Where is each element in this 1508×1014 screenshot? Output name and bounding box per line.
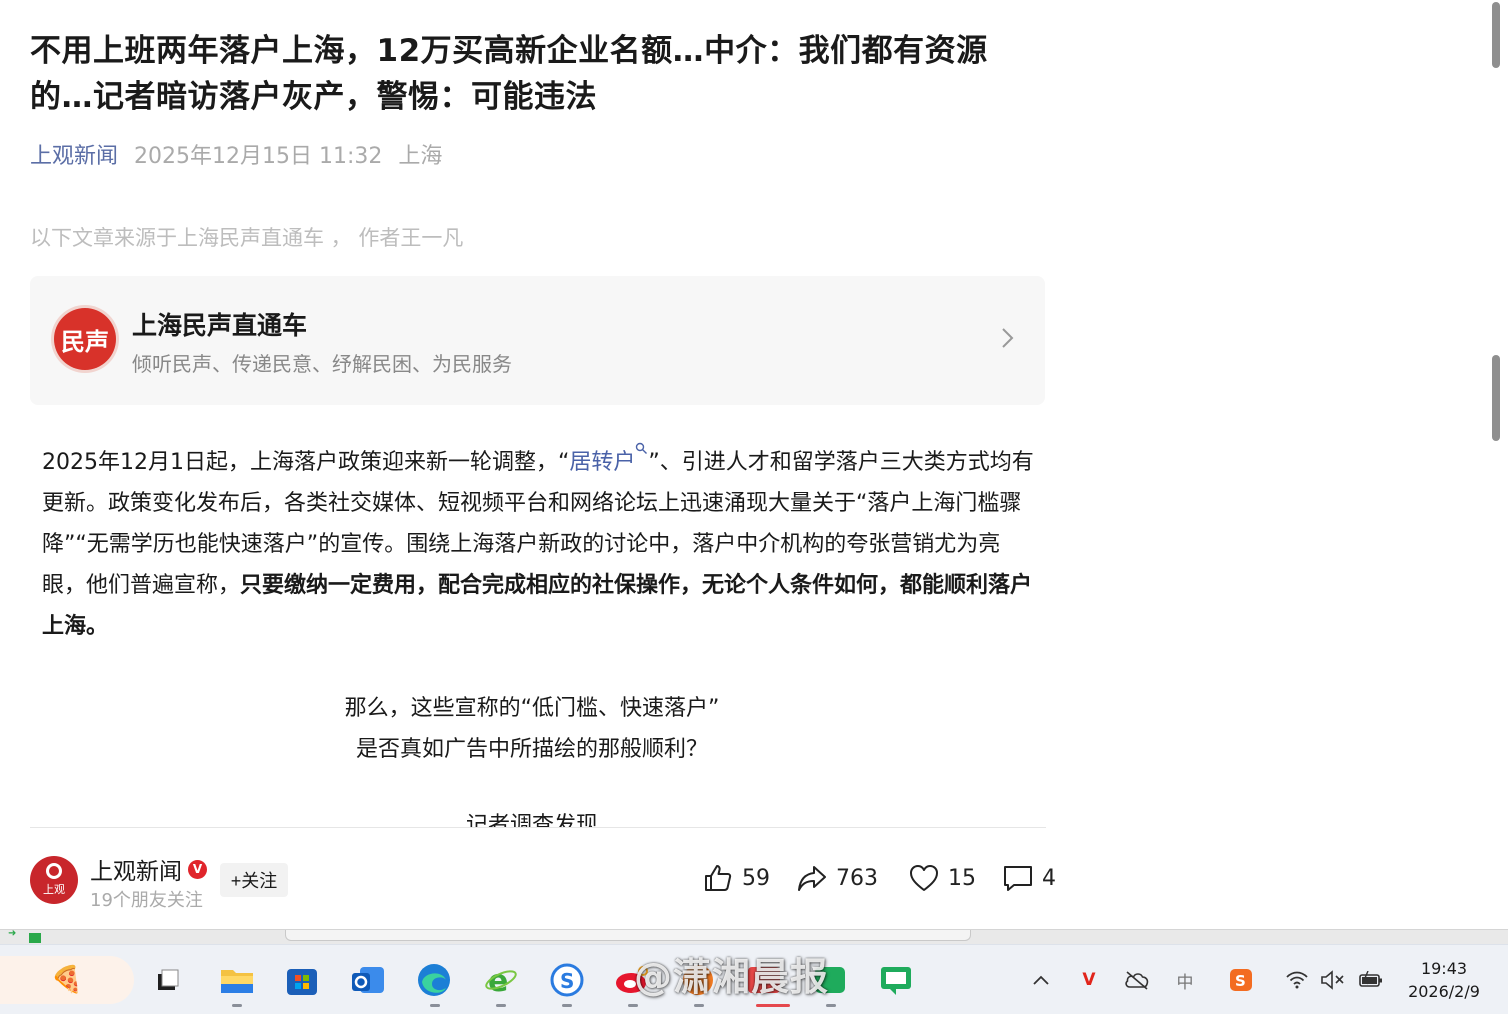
search-icon[interactable] [635, 442, 648, 455]
chat-message-icon[interactable] [876, 960, 916, 1000]
like-button[interactable]: 59 [702, 862, 770, 894]
wifi-icon[interactable] [1284, 967, 1310, 993]
svg-text:S: S [560, 969, 574, 993]
running-indicator [628, 1004, 638, 1007]
taskview-icon[interactable] [148, 960, 188, 1000]
chevron-right-icon [1002, 328, 1014, 348]
widgets-button[interactable]: 🍕 [0, 956, 134, 1004]
tray-v-app-icon[interactable]: V [1076, 967, 1102, 993]
battery-charging-icon[interactable] [1358, 967, 1384, 993]
watermark-text: @潇湘晨报 [634, 955, 830, 999]
partially-visible-line: 记者调查发现 [465, 813, 598, 827]
verified-badge-icon: V [188, 859, 207, 879]
source-note: 以下文章来源于上海民声直通车 ， 作者王一凡 [30, 226, 464, 250]
keyword-link-jzh[interactable]: 居转户 [569, 450, 635, 475]
thumbs-up-icon [705, 865, 732, 891]
ime-chinese-icon[interactable]: 中 [1172, 967, 1198, 993]
avatar[interactable]: 上观 [30, 856, 78, 904]
article-meta: 上观新闻 2025年12月15日 11:32 上海 [30, 138, 1046, 170]
account-name: 上海民声直通车 [132, 311, 308, 340]
paragraph-text-1: 2025年12月1日起，上海落户政策迎来新一轮调整，“ [42, 450, 570, 475]
centered-quote: 那么，这些宣称的“低门槛、快速落户” 是否真如广告中所描绘的那般顺利？ [30, 688, 1034, 770]
comment-count: 4 [1042, 865, 1056, 891]
favorite-button[interactable]: 15 [908, 862, 976, 894]
friends-following-note: 19个朋友关注 [90, 890, 203, 911]
running-indicator [430, 1004, 440, 1007]
favorite-count: 15 [948, 865, 976, 891]
arrow-right-icon: ➜ [8, 928, 17, 939]
share-arrow-icon [798, 866, 826, 891]
outlook-icon[interactable] [348, 960, 388, 1000]
article-footer-bar: 上观 上观新闻 V 19个朋友关注 +关注 59 763 15 4 [0, 828, 1060, 928]
article-paragraph: 2025年12月1日起，上海落户政策迎来新一轮调整，“居转户 ”、引进人才和留学落… [42, 442, 1038, 647]
scrollbar-thumb-top[interactable] [1492, 2, 1500, 68]
horizontal-scroll-thumb[interactable] [285, 930, 971, 941]
browser-window: 不用上班两年落户上海，12万买高新企业名额…中介：我们都有资源的…记者暗访落户灰… [0, 0, 1508, 944]
source-account-card[interactable]: 民声 上海民声直通车 倾听民声、传递民意、纾解民困、为民服务 [30, 276, 1045, 405]
avatar-ring-icon [46, 863, 62, 879]
microsoft-store-icon[interactable] [282, 960, 322, 1000]
follow-button[interactable]: +关注 [220, 863, 288, 897]
engagement-stats: 59 763 15 4 [702, 862, 1056, 894]
system-clock[interactable]: 19:43 2026/2/9 [1404, 957, 1484, 1003]
running-indicator [694, 1004, 704, 1007]
article-title: 不用上班两年落户上海，12万买高新企业名额…中介：我们都有资源的…记者暗访落户灰… [30, 33, 988, 115]
svg-text:e: e [488, 964, 508, 998]
publisher-name-row[interactable]: 上观新闻 V [90, 852, 207, 886]
article-location: 上海 [398, 144, 443, 169]
chevron-up-icon[interactable] [1028, 967, 1054, 993]
running-indicator [496, 1004, 506, 1007]
sogou-ime-icon[interactable]: S [1228, 967, 1254, 993]
svg-text:S: S [1235, 972, 1246, 990]
running-indicator [562, 1004, 572, 1007]
sogou-search-icon[interactable]: S [547, 960, 587, 1000]
article-header: 不用上班两年落户上海，12万买高新企业名额…中介：我们都有资源的…记者暗访落户灰… [30, 28, 1046, 252]
clock-date: 2026/2/9 [1408, 982, 1480, 1001]
article-datetime: 2025年12月15日 11:32 [134, 144, 383, 169]
edge-browser-icon[interactable] [414, 960, 454, 1000]
status-indicator-icon [29, 933, 41, 943]
running-indicator [232, 1004, 242, 1007]
vertical-scrollbar[interactable] [1488, 0, 1508, 940]
article-source-link[interactable]: 上观新闻 [30, 138, 118, 170]
avatar-text: 上观 [43, 883, 65, 896]
account-logo: 民声 [54, 308, 116, 370]
pizza-icon: 🍕 [50, 965, 84, 995]
cloud-offline-icon[interactable] [1124, 967, 1150, 993]
volume-muted-icon[interactable] [1320, 967, 1346, 993]
heart-icon [910, 865, 938, 891]
comment-button[interactable]: 4 [1002, 862, 1056, 894]
clock-time: 19:43 [1420, 959, 1468, 978]
account-logo-text: 民声 [61, 327, 109, 356]
like-count: 59 [742, 865, 770, 891]
browser-e-icon[interactable]: e [481, 960, 521, 1000]
running-indicator [826, 1004, 836, 1007]
comment-bubble-icon [1004, 866, 1032, 891]
centered-line-1: 那么，这些宣称的“低门槛、快速落户” [344, 696, 720, 721]
active-indicator [756, 1004, 790, 1007]
centered-line-2: 是否真如广告中所描绘的那般顺利？ [355, 737, 708, 762]
publisher-name: 上观新闻 [90, 859, 182, 885]
share-count: 763 [836, 865, 878, 891]
horizontal-scrollbar[interactable]: ➜ [0, 928, 1508, 944]
share-button[interactable]: 763 [796, 862, 878, 894]
file-explorer-icon[interactable] [217, 960, 257, 1000]
scrollbar-thumb[interactable] [1492, 355, 1500, 441]
account-description: 倾听民声、传递民意、纾解民困、为民服务 [132, 352, 512, 376]
